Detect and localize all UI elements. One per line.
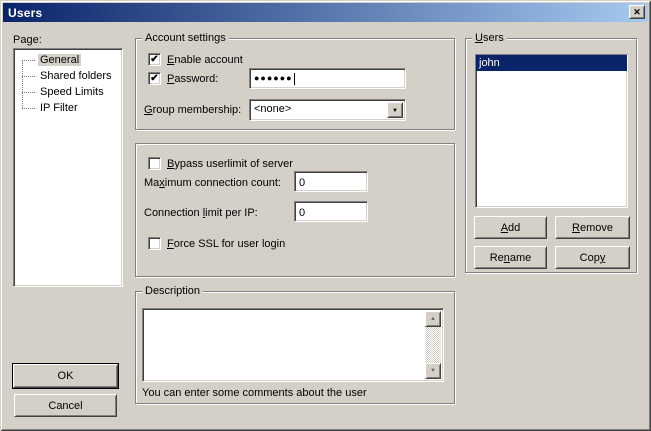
list-item-user[interactable]: john [476,55,627,71]
max-connection-count-label: Maximum connection count: [144,177,281,190]
sidebar-item-ip-filter[interactable]: IP Filter [14,100,122,116]
bypass-userlimit-checkbox[interactable]: ✔ [148,157,161,170]
scroll-up-button[interactable]: ▲ [425,311,441,327]
description-textarea[interactable]: ▲ ▼ [142,308,444,382]
max-connection-count-input[interactable] [294,171,368,192]
bypass-userlimit-label[interactable]: Bypass userlimit of server [167,158,293,171]
connection-limit-per-ip-label: Connection limit per IP: [144,207,258,220]
password-label[interactable]: Password: [167,73,218,86]
enable-account-checkbox[interactable]: ✔ [148,53,161,66]
connection-limit-per-ip-input[interactable] [294,201,368,222]
add-user-button[interactable]: Add [474,216,547,239]
add-user-button-label: Add [501,222,521,234]
scroll-down-button[interactable]: ▼ [425,363,441,379]
sidebar-item-shared-folders[interactable]: Shared folders [14,68,122,84]
password-masked-value: ●●●●●● [254,74,293,83]
account-settings-group: Account settings ✔ Enable account ✔ Pass… [135,38,455,130]
dropdown-button[interactable]: ▼ [387,102,403,118]
group-membership-select[interactable]: <none> ▼ [249,99,406,121]
copy-user-button[interactable]: Copy [555,246,630,269]
rename-user-button-label: Rename [490,252,532,264]
close-icon: ✕ [633,7,641,18]
group-title: Description [142,285,203,298]
password-checkbox[interactable]: ✔ [148,72,161,85]
cancel-button[interactable]: Cancel [14,394,117,417]
description-group: Description ▲ ▼ You can enter some comme… [135,291,455,404]
ok-button[interactable]: OK [13,364,118,388]
users-dialog: Users ✕ Page: General Shared folders Spe… [0,0,651,431]
titlebar[interactable]: Users ✕ [3,3,648,22]
users-listbox[interactable]: john [475,54,628,208]
cancel-button-label: Cancel [48,400,82,412]
page-label: Page: [13,34,42,47]
remove-user-button[interactable]: Remove [555,216,630,239]
group-title: Users [472,32,507,45]
rename-user-button[interactable]: Rename [474,246,547,269]
remove-user-button-label: Remove [572,222,613,234]
password-input[interactable]: ●●●●●● [249,68,406,89]
sidebar-item-speed-limits[interactable]: Speed Limits [14,84,122,100]
users-group: Users john Add Remove Rename Copy [465,38,637,273]
chevron-down-icon: ▼ [392,108,398,114]
force-ssl-label[interactable]: Force SSL for user login [167,238,285,251]
force-ssl-checkbox[interactable]: ✔ [148,237,161,250]
sidebar-item-general[interactable]: General [14,52,122,68]
description-hint: You can enter some comments about the us… [142,387,367,400]
close-button[interactable]: ✕ [629,5,645,19]
ok-button-label: OK [58,370,74,382]
window-title: Users [3,6,42,20]
group-title: Account settings [142,32,229,45]
copy-user-button-label: Copy [580,252,606,264]
check-icon: ✔ [150,74,158,83]
enable-account-label[interactable]: Enable account [167,54,243,67]
vertical-scrollbar[interactable]: ▲ ▼ [425,311,441,379]
tree-item-label[interactable]: General [38,54,81,66]
selected-option: <none> [254,103,291,116]
connection-limits-group: ✔ Bypass userlimit of server Maximum con… [135,143,455,277]
check-icon: ✔ [150,55,158,64]
text-caret [294,73,295,85]
group-membership-label: Group membership: [144,104,241,117]
arrow-down-icon: ▼ [430,368,436,374]
tree-item-label[interactable]: Shared folders [38,70,114,82]
page-tree[interactable]: General Shared folders Speed Limits IP F… [13,48,123,287]
tree-item-label[interactable]: Speed Limits [38,86,106,98]
arrow-up-icon: ▲ [430,316,436,322]
tree-item-label[interactable]: IP Filter [38,102,80,114]
